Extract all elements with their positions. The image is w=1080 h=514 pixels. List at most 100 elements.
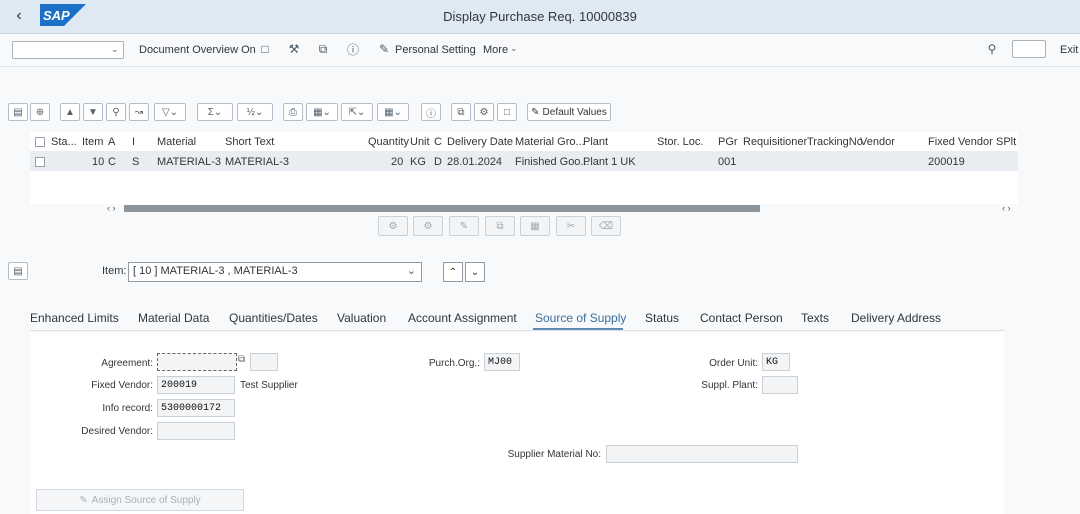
sort-ascending-icon[interactable]: ▲ bbox=[60, 103, 80, 121]
agreement-item-field[interactable] bbox=[250, 353, 278, 371]
collapse-icon[interactable]: ▤ bbox=[8, 262, 28, 280]
delete-icon[interactable]: ⌫ bbox=[591, 216, 621, 236]
row-checkbox[interactable] bbox=[35, 157, 45, 167]
details-icon[interactable]: ⓘ bbox=[421, 103, 441, 121]
scroll-right-icon[interactable]: ‹ › bbox=[1002, 203, 1011, 213]
filter-icon[interactable]: ▽⌄ bbox=[154, 103, 186, 121]
personal-setting-icon: ✎ bbox=[378, 42, 390, 56]
order-unit-label: Order Unit: bbox=[709, 358, 758, 369]
order-unit-field[interactable]: KG bbox=[762, 353, 790, 371]
new-document-icon[interactable]: □ bbox=[258, 42, 272, 56]
row-action-icon[interactable]: ⚙ bbox=[378, 216, 408, 236]
variant-dropdown[interactable] bbox=[12, 41, 124, 59]
default-values-label: Default Values bbox=[542, 106, 607, 118]
default-values-button[interactable]: ✎ Default Values bbox=[527, 103, 611, 121]
account-assignment-icon[interactable]: ⚙ bbox=[474, 103, 494, 121]
tools-icon[interactable]: ⚒ bbox=[287, 42, 301, 56]
fixed-vendor-field[interactable]: 200019 bbox=[157, 376, 235, 394]
column-header[interactable]: Unit bbox=[410, 136, 430, 148]
next-item-button[interactable]: ⌄ bbox=[465, 262, 485, 282]
value-help-icon[interactable]: ⧉ bbox=[238, 354, 250, 368]
tab-delivery-address[interactable]: Delivery Address bbox=[851, 311, 941, 325]
active-tab-indicator bbox=[533, 328, 623, 330]
column-header[interactable]: A bbox=[108, 136, 115, 148]
purch-org-label: Purch.Org.: bbox=[428, 358, 480, 369]
row-action-icon[interactable]: ⧉ bbox=[485, 216, 515, 236]
info-record-field[interactable]: 5300000172 bbox=[157, 399, 235, 417]
column-header[interactable]: Plant bbox=[583, 136, 608, 148]
tab-contact-person[interactable]: Contact Person bbox=[700, 311, 783, 325]
tab-material-data[interactable]: Material Data bbox=[138, 311, 209, 325]
column-header[interactable]: Material bbox=[157, 136, 196, 148]
layout-icon[interactable]: ▦⌄ bbox=[377, 103, 409, 121]
column-header[interactable]: Item bbox=[82, 136, 103, 148]
zoom-icon[interactable]: ⊕ bbox=[30, 103, 50, 121]
cell-delivery-date: 28.01.2024 bbox=[447, 156, 503, 168]
scroll-left-icon[interactable]: ‹ › bbox=[107, 203, 116, 213]
column-header[interactable]: SPlt bbox=[996, 136, 1016, 148]
column-header[interactable]: Material Gro... bbox=[515, 136, 585, 148]
tab-account-assignment[interactable]: Account Assignment bbox=[408, 311, 517, 325]
more-button[interactable]: More bbox=[483, 44, 508, 56]
sum-icon[interactable]: Σ⌄ bbox=[197, 103, 233, 121]
column-header[interactable]: Fixed Vendor bbox=[928, 136, 993, 148]
row-action-icon[interactable]: ✎ bbox=[449, 216, 479, 236]
subtotal-icon[interactable]: ½⌄ bbox=[237, 103, 273, 121]
cell-fixed-vendor: 200019 bbox=[928, 156, 965, 168]
search-icon[interactable]: ⚲ bbox=[985, 42, 999, 56]
sort-descending-icon[interactable]: ▼ bbox=[83, 103, 103, 121]
exit-button[interactable]: Exit bbox=[1060, 44, 1078, 56]
tab-texts[interactable]: Texts bbox=[801, 311, 829, 325]
column-header[interactable]: TrackingNo bbox=[807, 136, 863, 148]
tab-enhanced-limits[interactable]: Enhanced Limits bbox=[30, 311, 119, 325]
layout-dropdown[interactable] bbox=[1012, 40, 1046, 58]
desired-vendor-field[interactable] bbox=[157, 422, 235, 440]
info-icon[interactable]: ⓘ bbox=[346, 42, 360, 57]
document-overview-button[interactable]: Document Overview On bbox=[139, 44, 256, 56]
copy-icon[interactable]: ⧉ bbox=[316, 42, 330, 56]
column-header[interactable]: Sta... bbox=[51, 136, 77, 148]
tab-status[interactable]: Status bbox=[645, 311, 679, 325]
print-icon[interactable]: ⎙ bbox=[283, 103, 303, 121]
views-icon[interactable]: ▦⌄ bbox=[306, 103, 338, 121]
cell-short-text: MATERIAL-3 bbox=[225, 156, 289, 168]
tab-quantities-dates[interactable]: Quantities/Dates bbox=[229, 311, 318, 325]
cell-material: MATERIAL-3 bbox=[157, 156, 221, 168]
scissors-icon[interactable]: ✂ bbox=[556, 216, 586, 236]
personal-setting-button[interactable]: Personal Setting bbox=[395, 44, 476, 56]
select-all-checkbox[interactable] bbox=[35, 137, 45, 147]
cell-a: C bbox=[108, 156, 116, 168]
cell-unit: KG bbox=[410, 156, 426, 168]
item-dropdown[interactable]: [ 10 ] MATERIAL-3 , MATERIAL-3 ⌄ bbox=[128, 262, 422, 282]
find-next-icon[interactable]: ↝ bbox=[129, 103, 149, 121]
supplier-material-field[interactable] bbox=[606, 445, 798, 463]
column-header[interactable]: Stor. Loc. bbox=[657, 136, 703, 148]
item-dropdown-value: [ 10 ] MATERIAL-3 , MATERIAL-3 bbox=[133, 265, 298, 277]
purch-org-field[interactable]: MJ00 bbox=[484, 353, 520, 371]
previous-item-button[interactable]: ⌃ bbox=[443, 262, 463, 282]
column-header[interactable]: Short Text bbox=[225, 136, 274, 148]
column-header[interactable]: I bbox=[132, 136, 135, 148]
scrollbar-thumb[interactable] bbox=[124, 205, 760, 212]
tab-valuation[interactable]: Valuation bbox=[337, 311, 386, 325]
row-action-icon[interactable]: ⚙ bbox=[413, 216, 443, 236]
copy-row-icon[interactable]: ⧉ bbox=[451, 103, 471, 121]
column-header[interactable]: C bbox=[434, 136, 442, 148]
row-action-icon[interactable]: ▦ bbox=[520, 216, 550, 236]
column-header[interactable]: Quantity bbox=[368, 136, 409, 148]
supplier-material-label: Supplier Material No: bbox=[507, 449, 601, 460]
suppl-plant-field[interactable] bbox=[762, 376, 798, 394]
column-header[interactable]: Vendor bbox=[860, 136, 895, 148]
cell-pgr: 001 bbox=[718, 156, 737, 168]
column-header[interactable]: Delivery Date bbox=[447, 136, 513, 148]
tab-source-of-supply[interactable]: Source of Supply bbox=[535, 311, 626, 325]
assign-source-of-supply-button[interactable]: ✎ Assign Source of Supply bbox=[36, 489, 244, 511]
find-icon[interactable]: ⚲ bbox=[106, 103, 126, 121]
column-header[interactable]: PGr bbox=[718, 136, 738, 148]
column-header[interactable]: Requisitioner bbox=[743, 136, 807, 148]
document-icon[interactable]: □ bbox=[497, 103, 517, 121]
item-label: Item: bbox=[102, 265, 127, 277]
export-icon[interactable]: ⇱⌄ bbox=[341, 103, 373, 121]
expand-icon[interactable]: ▤ bbox=[8, 103, 28, 121]
agreement-field[interactable] bbox=[157, 353, 237, 371]
